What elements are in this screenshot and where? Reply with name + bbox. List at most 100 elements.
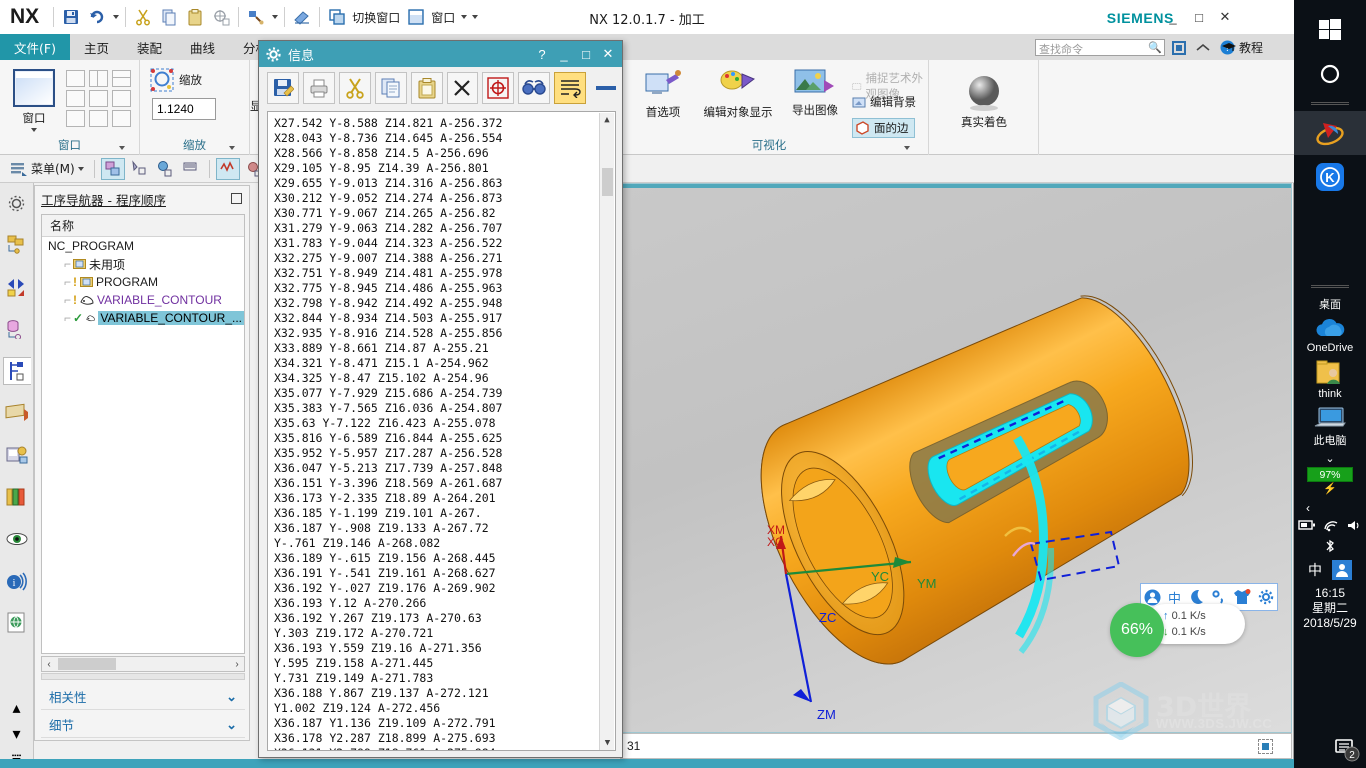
chevron-down-icon[interactable]: ⌄ [226, 689, 237, 705]
copy-icon[interactable] [156, 4, 182, 30]
measure-dropdown-icon[interactable] [269, 4, 280, 30]
layout-2-button[interactable] [89, 70, 108, 87]
minus-icon[interactable] [590, 72, 622, 104]
information-vertical-scrollbar[interactable]: ▲ ▼ [599, 113, 615, 750]
tree-horizontal-scrollbar[interactable]: ‹ › [41, 656, 245, 672]
battery-indicator[interactable]: 97% [1307, 467, 1353, 482]
degree-icon[interactable] [1210, 589, 1226, 605]
operation-navigator-icon[interactable] [2, 357, 31, 385]
tree-row-variable-contour[interactable]: ⌐ ! VARIABLE_CONTOUR [42, 291, 244, 309]
volume-icon[interactable] [1346, 519, 1362, 532]
menu-button-label[interactable]: 菜单(M) [31, 160, 75, 177]
taskbar-item-onedrive[interactable]: OneDrive [1294, 318, 1366, 354]
transform-icon[interactable] [208, 4, 234, 30]
menu-button[interactable]: 菜单(M) [6, 160, 88, 177]
battery-icon[interactable] [1298, 519, 1316, 532]
edit-background-item[interactable]: 编辑背景 [852, 94, 916, 110]
bluetooth-icon[interactable] [1294, 538, 1366, 554]
pin-icon[interactable] [231, 193, 242, 204]
machine-tool-view-icon[interactable] [127, 158, 151, 180]
tree-row-program[interactable]: ⌐ ! PROGRAM [42, 273, 244, 291]
tree-row-nc-program[interactable]: NC_PROGRAM [42, 237, 244, 255]
layout-4-button[interactable] [66, 90, 85, 107]
user-icon[interactable] [1144, 589, 1161, 606]
shirt-icon[interactable] [1233, 589, 1251, 605]
layout-3-button[interactable] [112, 70, 131, 87]
moon-icon[interactable] [1188, 589, 1204, 605]
taskbar-clock[interactable]: 16:15 星期二 2018/5/29 [1294, 586, 1366, 631]
dialog-maximize-button[interactable]: □ [576, 44, 596, 64]
minimize-button[interactable]: _ [1160, 6, 1186, 28]
web-page-icon[interactable] [3, 609, 31, 637]
information-text-area[interactable]: X27.542 Y-8.588 Z14.821 A-256.372 X28.043… [267, 111, 616, 751]
notification-center-button[interactable]: 2 [1334, 736, 1360, 762]
find-icon[interactable] [518, 72, 551, 104]
preferences-button[interactable]: 首选项 [634, 68, 692, 120]
eraser-icon[interactable] [289, 4, 315, 30]
print-icon[interactable] [302, 72, 335, 104]
maximize-button[interactable]: □ [1186, 6, 1212, 28]
scroll-down-icon[interactable]: ▼ [600, 736, 615, 750]
undo-dropdown-icon[interactable] [110, 4, 121, 30]
save-icon[interactable] [58, 4, 84, 30]
start-button[interactable] [1294, 8, 1366, 52]
dialog-minimize-button[interactable]: _ [554, 44, 574, 64]
qat-overflow-icon[interactable] [469, 4, 480, 30]
graphics-window[interactable]: XM XC YC YM ZC ZM [620, 183, 1292, 733]
tutorial-button[interactable]: 教程 [1219, 38, 1265, 57]
window-dropdown-icon[interactable] [458, 4, 469, 30]
scroll-up-icon[interactable]: ▲ [600, 113, 614, 128]
window-icon[interactable] [403, 4, 429, 30]
search-input[interactable]: 查找命令 [1035, 39, 1165, 56]
window-restore-icon[interactable] [1169, 38, 1189, 57]
taskbar-item-desktop[interactable]: 桌面 [1294, 294, 1366, 312]
tab-home[interactable]: 主页 [70, 34, 123, 60]
status-restore-icon[interactable] [1258, 739, 1273, 754]
layout-9-button[interactable] [112, 110, 131, 127]
assembly-navigator-icon[interactable] [3, 231, 31, 259]
taskbar-app-nx-icon[interactable] [1294, 111, 1366, 155]
chevron-down-icon[interactable]: ⌄ [226, 717, 237, 733]
history-eye-icon[interactable] [3, 525, 31, 553]
layout-1-button[interactable] [66, 70, 85, 87]
part-navigator-icon[interactable] [3, 315, 31, 343]
tutorial-label[interactable]: 教程 [1239, 39, 1263, 56]
scrollbar-thumb[interactable] [602, 168, 613, 196]
constraint-navigator-icon[interactable] [3, 273, 31, 301]
cut-icon[interactable] [338, 72, 371, 104]
information-dialog-titlebar[interactable]: 信息 ? _ □ ✕ [259, 41, 622, 67]
settings-gear-icon[interactable] [3, 189, 31, 217]
scrollbar-thumb[interactable] [58, 658, 116, 670]
scroll-down-icon[interactable]: ▾ [3, 726, 31, 743]
copy-icon[interactable] [374, 72, 407, 104]
ime-user-icon[interactable] [1332, 560, 1352, 580]
web-browser-icon[interactable] [3, 483, 31, 511]
graphics-canvas[interactable]: XM XC YC YM ZC ZM [621, 184, 1291, 732]
tab-assembly[interactable]: 装配 [123, 34, 176, 60]
information-dialog[interactable]: 信息 ? _ □ ✕ X27.542 Y-8.588 Z14.821 A-256… [258, 40, 623, 758]
layout-8-button[interactable] [89, 110, 108, 127]
tree-row-unused-items[interactable]: ⌐ 未用项 [42, 255, 244, 273]
edit-object-display-button[interactable]: 编辑对象显示 [696, 68, 780, 120]
taskbar-app-kingsoft-icon[interactable]: K [1294, 155, 1366, 199]
cortana-search-icon[interactable] [1294, 52, 1366, 96]
tree-row-variable-contour-copy[interactable]: ⌐ ✓ VARIABLE_CONTOUR_... [42, 309, 244, 327]
measure-icon[interactable] [243, 4, 269, 30]
geometry-view-icon[interactable] [153, 158, 177, 180]
layout-5-button[interactable] [89, 90, 108, 107]
paste-icon[interactable] [410, 72, 443, 104]
dialog-help-button[interactable]: ? [532, 44, 552, 64]
search-icon[interactable]: 🔍 [1148, 41, 1162, 54]
method-view-icon[interactable] [179, 158, 203, 180]
program-order-view-icon[interactable] [100, 157, 125, 180]
wifi-icon[interactable] [1323, 519, 1339, 532]
export-image-button[interactable]: 导出图像 [784, 68, 846, 118]
window-menu-label[interactable]: 窗口 [429, 9, 458, 26]
target-icon[interactable] [482, 72, 515, 104]
tray-expand-icon[interactable]: ‹ [1294, 501, 1366, 515]
chevron-double-down-icon[interactable]: ⌄ [1294, 452, 1366, 465]
info-broadcast-icon[interactable]: i [3, 567, 31, 595]
delete-icon[interactable] [446, 72, 479, 104]
reuse-library-icon[interactable] [3, 399, 31, 427]
operation-tree[interactable]: 名称 NC_PROGRAM ⌐ 未用项 ⌐ ! PROGRAM ⌐ ! VARI… [41, 214, 245, 654]
